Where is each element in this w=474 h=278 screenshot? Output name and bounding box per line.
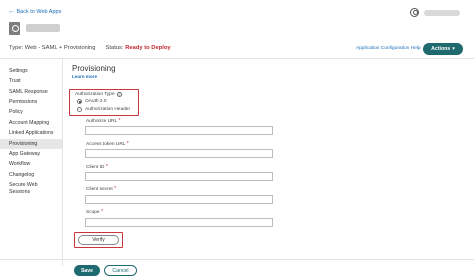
authorize-url-input[interactable] [85,126,273,135]
sidebar-item-policy[interactable]: Policy [0,108,62,118]
top-bar: ← Back to Web Apps [0,0,474,48]
sidebar-divider [62,59,63,266]
access-token-url-label: Access token URL * [86,141,129,147]
required-marker: * [126,141,129,147]
cancel-button[interactable]: Cancel [104,265,137,276]
info-icon[interactable]: i [116,92,122,97]
sidebar-item-provisioning[interactable]: Provisioning [0,138,62,149]
user-name-redacted [424,9,460,16]
chevron-down-icon: ▾ [452,46,455,52]
required-marker: * [118,118,121,124]
access-token-url-input[interactable] [85,149,273,158]
page-title: Provisioning [72,64,116,73]
config-help-link[interactable]: Application Configuration Help [356,46,421,51]
authorize-url-label: Authorize URL * [86,118,121,124]
learn-more-link[interactable]: Learn more [72,74,97,79]
sidebar-item-trust[interactable]: Trust [0,76,62,86]
sidebar-nav: Settings Trust SAML Response Permissions… [0,66,62,195]
scope-label: Scope * [86,209,103,215]
app-type-status-line: Type: Web - SAML + Provisioning Status: … [9,45,171,51]
scope-input[interactable] [85,218,273,227]
sidebar-item-permissions[interactable]: Permissions [0,97,62,107]
status-label: Status: [105,45,124,51]
radio-label: OAuth 2.0 [85,99,107,104]
app-name-redacted [26,24,60,32]
sidebar-item-workflow[interactable]: Workflow [0,159,62,169]
required-marker: * [105,164,108,170]
radio-label: Authorization Header [85,107,131,112]
back-to-web-apps-link[interactable]: ← Back to Web Apps [8,8,62,15]
app-status: Status: Ready to Deploy [106,45,171,51]
sidebar-item-secure-web-sessions[interactable]: Secure Web Sessions [0,180,62,195]
sidebar-item-label: Sessions [9,188,31,195]
authorization-type-label: Authorization Type i [75,92,122,97]
field-label-text: Client ID [86,165,105,170]
back-link-label: Back to Web Apps [16,9,62,15]
radio-authorization-header[interactable]: Authorization Header [77,107,130,112]
app-logo [9,22,20,35]
required-marker: * [100,209,104,215]
radio-button-checked[interactable] [77,99,82,104]
client-id-input[interactable] [85,172,273,181]
authorization-type-text: Authorization Type [75,92,115,97]
footer-divider [0,259,474,260]
radio-button[interactable] [77,107,82,112]
sidebar-item-account-mapping[interactable]: Account Mapping [0,118,62,128]
sidebar-item-linked-applications[interactable]: Linked Applications [0,128,62,138]
field-label-text: Client secret [86,187,113,192]
sidebar-item-app-gateway[interactable]: App Gateway [0,149,62,159]
verify-button[interactable]: Verify [78,235,119,245]
field-label-text: Access token URL [86,142,126,147]
sidebar-item-saml-response[interactable]: SAML Response [0,87,62,97]
radio-oauth[interactable]: OAuth 2.0 [77,99,107,104]
sidebar-item-settings[interactable]: Settings [0,66,62,76]
save-button[interactable]: Save [74,265,100,276]
status-value: Ready to Deploy [125,45,171,51]
actions-button[interactable]: Actions ▾ [423,43,463,55]
client-secret-label: Client secret * [86,186,116,192]
user-menu[interactable] [410,8,460,17]
sidebar-item-changelog[interactable]: Changelog [0,170,62,180]
header-divider [0,58,474,59]
required-marker: * [114,186,117,192]
sidebar-item-label: Secure Web [9,182,38,189]
client-secret-input[interactable] [85,195,273,204]
field-label-text: Scope [86,210,100,215]
arrow-left-icon: ← [8,8,15,15]
client-id-label: Client ID * [86,164,108,170]
actions-label: Actions [431,46,451,52]
field-label-text: Authorize URL [86,119,118,124]
user-circle-icon [410,8,419,17]
app-type: Type: Web - SAML + Provisioning [9,45,96,51]
